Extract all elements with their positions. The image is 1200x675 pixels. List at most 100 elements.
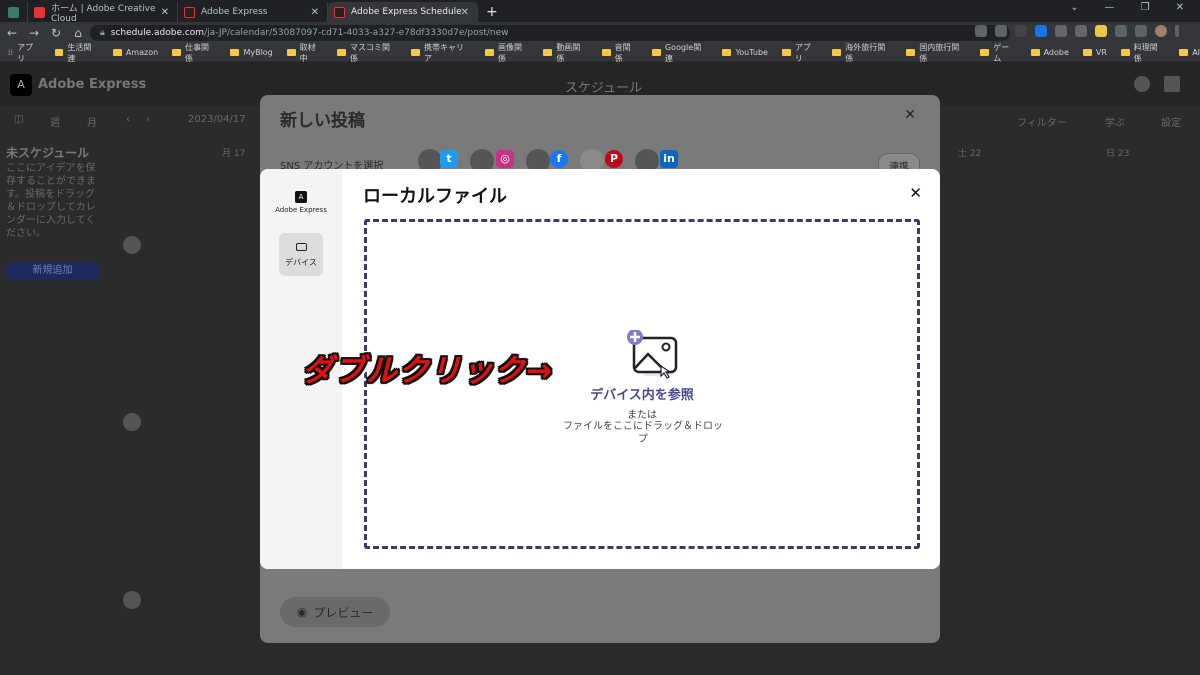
creative-cloud-icon xyxy=(34,6,45,18)
url-input[interactable]: 🔒︎ schedule.adobe.com /ja-JP/calendar/53… xyxy=(90,25,1010,41)
back-icon[interactable]: ← xyxy=(2,26,22,40)
home-icon[interactable]: ⌂ xyxy=(68,26,88,40)
sidebar-toggle-icon[interactable]: ◫ xyxy=(14,114,23,125)
preview-label: プレビュー xyxy=(313,605,374,620)
extension-f-icon[interactable] xyxy=(1055,25,1067,37)
bookmark-folder[interactable]: 海外旅行関係 xyxy=(832,42,892,64)
tab-adobe-express-schedule[interactable]: Adobe Express Schedule ✕ xyxy=(328,2,478,22)
sidepanel-icon[interactable] xyxy=(1135,25,1147,37)
monitor-icon xyxy=(296,243,307,251)
avatar xyxy=(123,236,141,254)
close-icon[interactable]: ✕ xyxy=(461,7,469,18)
view-month-tab[interactable]: 月 xyxy=(87,114,97,129)
bookmark-apps[interactable]: ⁞⁞ アプリ xyxy=(8,42,41,64)
header-right xyxy=(1134,76,1180,92)
or-label: または xyxy=(627,410,657,421)
new-tab-button[interactable]: + xyxy=(486,2,498,22)
bookmark-folder[interactable]: VR xyxy=(1082,48,1107,57)
new-idea-button[interactable]: 新規追加 xyxy=(5,262,100,280)
restore-icon[interactable]: ❐ xyxy=(1141,2,1150,13)
adobe-express-logo[interactable]: A xyxy=(10,74,32,96)
extension-r-icon[interactable] xyxy=(1075,25,1087,37)
extension-s-icon[interactable] xyxy=(1015,25,1027,37)
folder-icon xyxy=(1179,49,1189,56)
folder-icon xyxy=(980,49,990,56)
star-icon[interactable] xyxy=(995,25,1007,37)
close-icon[interactable]: ✕ xyxy=(904,107,916,123)
avatar[interactable] xyxy=(1134,76,1150,92)
source-tab-device[interactable]: デバイス xyxy=(279,233,323,276)
bookmark-folder[interactable]: 画像関係 xyxy=(485,42,529,64)
bookmark-folder[interactable]: マスコミ関係 xyxy=(337,42,397,64)
folder-icon xyxy=(337,49,347,56)
bookmark-folder[interactable]: Google関連 xyxy=(652,42,708,64)
share-icon[interactable] xyxy=(975,25,987,37)
tab-creative-cloud[interactable] xyxy=(0,2,28,22)
reload-icon[interactable]: ↻ xyxy=(46,26,66,40)
tab-creative-cloud-home[interactable]: ホーム | Adobe Creative Cloud ✕ xyxy=(28,2,178,24)
profile-avatar[interactable] xyxy=(1155,25,1167,37)
close-icon[interactable]: ✕ xyxy=(161,7,169,18)
folder-icon xyxy=(781,49,791,56)
close-icon[interactable]: ✕ xyxy=(909,184,922,202)
chevron-down-icon[interactable]: ⌄ xyxy=(1070,2,1078,13)
view-week-tab[interactable]: 週 xyxy=(50,114,60,129)
folder-icon xyxy=(652,49,661,56)
close-icon[interactable]: ✕ xyxy=(1176,2,1184,13)
extensions-icon[interactable] xyxy=(1115,25,1127,37)
bookmark-folder[interactable]: AI xyxy=(1179,48,1200,57)
adobe-icon[interactable] xyxy=(1164,76,1180,92)
window-controls: ⌄ — ❐ ✕ xyxy=(1054,0,1200,15)
filter-button[interactable]: フィルター xyxy=(1017,114,1067,129)
folder-icon xyxy=(832,49,842,56)
folder-icon xyxy=(722,49,732,56)
lock-icon: 🔒︎ xyxy=(100,28,105,38)
next-icon[interactable]: › xyxy=(146,114,150,125)
extension-b-icon[interactable] xyxy=(1035,25,1047,37)
bookmark-folder[interactable]: 携帯キャリア xyxy=(411,42,471,64)
bookmark-folder[interactable]: 音関係 xyxy=(601,42,638,64)
bookmark-folder[interactable]: 仕事関係 xyxy=(172,42,216,64)
bookmark-folder[interactable]: アプリ xyxy=(781,42,818,64)
menu-icon[interactable] xyxy=(1175,25,1179,37)
bookmark-folder[interactable]: 取材中 xyxy=(286,42,323,64)
app-logo-text: Adobe Express xyxy=(38,77,147,92)
preview-button[interactable]: ◉ プレビュー xyxy=(280,597,390,627)
minimize-icon[interactable]: — xyxy=(1105,2,1115,13)
bookmark-folder[interactable]: MyBlog xyxy=(230,48,273,57)
settings-button[interactable]: 設定 xyxy=(1161,114,1181,129)
drop-hint: ファイルをここにドラッグ＆ドロップ xyxy=(563,421,723,445)
bookmark-folder[interactable]: 料理関係 xyxy=(1120,42,1165,64)
close-icon[interactable]: ✕ xyxy=(311,7,319,18)
folder-icon xyxy=(286,49,296,56)
app-icon xyxy=(8,6,19,18)
instagram-icon: ◎ xyxy=(496,150,514,168)
prev-icon[interactable]: ‹ xyxy=(126,114,130,125)
linkedin-icon: in xyxy=(660,150,678,168)
bookmark-folder[interactable]: YouTube xyxy=(722,48,768,57)
url-host: schedule.adobe.com xyxy=(110,28,205,38)
folder-icon xyxy=(230,49,240,56)
tab-adobe-express[interactable]: Adobe Express ✕ xyxy=(178,2,328,22)
bookmark-folder[interactable]: Amazon xyxy=(112,48,158,57)
extension-yellow-icon[interactable] xyxy=(1095,25,1107,37)
add-image-icon[interactable] xyxy=(622,330,678,380)
bookmark-folder[interactable]: 国内旅行関係 xyxy=(906,42,966,64)
forward-icon[interactable]: → xyxy=(24,26,44,40)
facebook-icon: f xyxy=(550,150,568,168)
bookmark-folder[interactable]: ゲーム xyxy=(980,42,1016,64)
tab-title: ホーム | Adobe Creative Cloud xyxy=(51,3,156,24)
extension-icons xyxy=(975,25,1179,37)
bookmark-folder[interactable]: Adobe xyxy=(1030,48,1069,57)
twitter-icon: t xyxy=(440,150,458,168)
bookmark-folder[interactable]: 生活関連 xyxy=(54,42,99,64)
bookmarks-bar: ⁞⁞ アプリ 生活関連 Amazon 仕事関係 MyBlog 取材中 マスコミ関係… xyxy=(0,42,1200,64)
bookmark-folder[interactable]: 動画関係 xyxy=(543,42,587,64)
sidebar-description: ここにアイデアを保存することができます。投稿をドラッグ＆ドロップしてカレンダーに… xyxy=(6,163,96,239)
folder-icon xyxy=(601,49,611,56)
calendar-date[interactable]: 2023/04/17 xyxy=(188,114,246,125)
day-label-sun: 日 23 xyxy=(1106,149,1130,159)
learn-button[interactable]: 学ぶ xyxy=(1105,114,1125,129)
day-label-sat: 土 22 xyxy=(958,149,982,159)
unscheduled-sidebar: 未スケジュール ここにアイデアを保存することができます。投稿をドラッグ＆ドロップ… xyxy=(0,136,110,675)
